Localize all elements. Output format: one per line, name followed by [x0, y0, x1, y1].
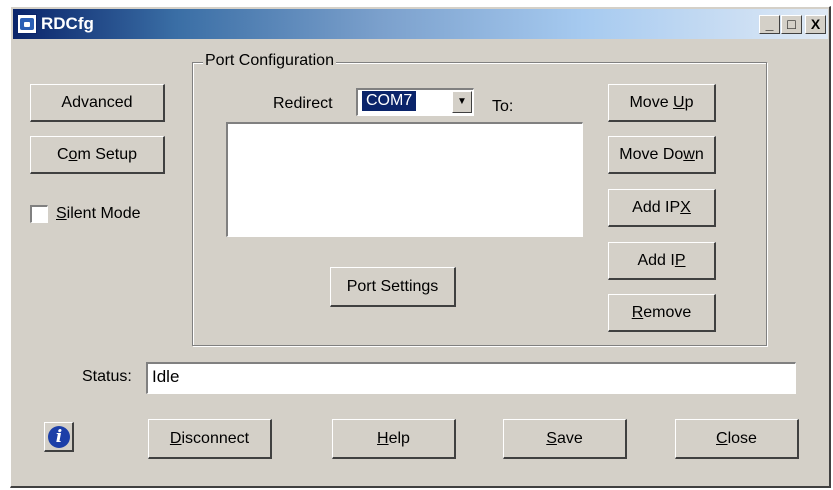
com-setup-label: Com Setup — [56, 145, 138, 163]
window-title: RDCfg — [41, 14, 94, 33]
app-icon — [17, 14, 37, 34]
add-ipx-label: Add IPX — [632, 198, 691, 216]
maximize-button[interactable]: □ — [781, 15, 802, 34]
close-label: Close — [716, 429, 757, 447]
move-up-label: Move Up — [629, 93, 694, 111]
info-icon[interactable]: i — [44, 422, 74, 452]
to-label: To: — [492, 98, 514, 115]
save-button[interactable]: Save — [503, 419, 627, 459]
advanced-button[interactable]: Advanced — [30, 84, 165, 122]
save-label: Save — [546, 429, 583, 447]
disconnect-button[interactable]: Disconnect — [148, 419, 272, 459]
port-settings-button[interactable]: Port Settings — [330, 267, 456, 307]
move-up-button[interactable]: Move Up — [608, 84, 716, 122]
com-setup-button[interactable]: Com Setup — [30, 136, 165, 174]
redirect-label: Redirect — [273, 95, 333, 112]
remove-label: Remove — [631, 303, 692, 321]
port-settings-label: Port Settings — [346, 277, 439, 295]
add-ipx-button[interactable]: Add IPX — [608, 189, 716, 227]
silent-mode-label[interactable]: Silent Mode — [56, 205, 141, 223]
help-button[interactable]: Help — [332, 419, 456, 459]
info-glyph: i — [48, 426, 70, 448]
disconnect-label: Disconnect — [169, 429, 250, 447]
close-window-button[interactable]: X — [805, 15, 826, 34]
title-bar[interactable]: RDCfg _ □ X — [13, 9, 828, 39]
remove-button[interactable]: Remove — [608, 294, 716, 332]
help-label: Help — [377, 429, 410, 447]
redirect-target-list[interactable] — [226, 122, 583, 237]
port-configuration-legend: Port Configuration — [203, 52, 336, 70]
redirect-select[interactable]: COM7 ▼ — [356, 88, 474, 116]
chevron-down-icon[interactable]: ▼ — [452, 91, 472, 113]
move-down-button[interactable]: Move Down — [608, 136, 716, 174]
advanced-button-label: Advanced — [61, 93, 133, 111]
silent-mode-checkbox[interactable] — [30, 205, 48, 223]
status-label: Status: — [82, 368, 132, 385]
close-button[interactable]: Close — [675, 419, 799, 459]
minimize-button[interactable]: _ — [759, 15, 780, 34]
redirect-selected-value: COM7 — [362, 91, 417, 111]
status-field: Idle — [146, 362, 796, 394]
move-down-label: Move Down — [619, 145, 704, 163]
add-ip-button[interactable]: Add IP — [608, 242, 716, 280]
add-ip-label: Add IP — [637, 251, 686, 269]
